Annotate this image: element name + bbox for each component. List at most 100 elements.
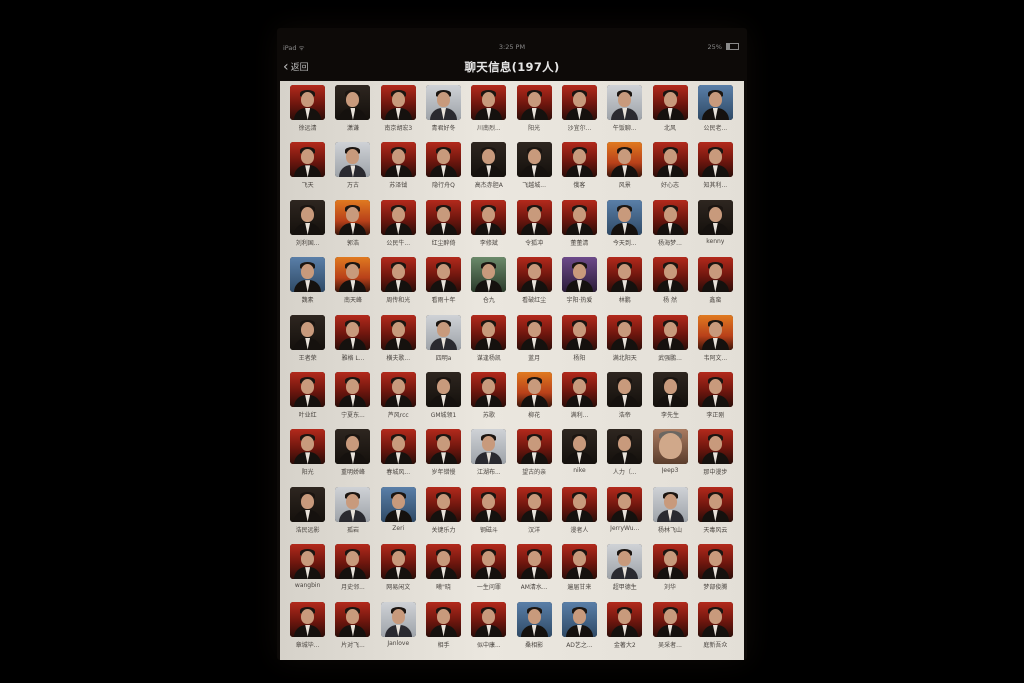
member-item[interactable]: 风景 [602,142,647,199]
member-item[interactable]: 杨 然 [647,257,692,314]
member-avatar[interactable] [607,429,643,465]
member-item[interactable]: 刘华 [647,544,692,601]
member-item[interactable]: Jeep3 [647,429,692,486]
member-item[interactable]: JerryWu... [602,486,647,544]
member-avatar[interactable] [426,199,462,235]
member-avatar[interactable] [426,601,462,637]
member-item[interactable]: 林鹏 [602,257,647,314]
member-avatar[interactable] [516,257,552,293]
member-avatar[interactable] [516,429,552,465]
member-avatar[interactable] [561,142,597,178]
member-item[interactable]: 红尘醉倚 [421,199,466,257]
member-item[interactable]: 网易闲文 [376,544,421,601]
member-item[interactable]: 雅格 L... [330,314,375,372]
member-avatar[interactable] [561,371,597,407]
member-avatar[interactable] [607,544,643,580]
member-avatar[interactable] [335,142,371,178]
member-avatar[interactable] [426,371,462,407]
member-avatar[interactable] [697,257,733,293]
member-item[interactable]: 天毒风云 [693,486,738,544]
member-avatar[interactable] [561,314,597,350]
member-avatar[interactable] [516,544,552,580]
member-item[interactable]: 人力（... [602,429,647,486]
member-item[interactable]: 知其利... [693,142,738,199]
member-item[interactable]: AD艺之... [557,601,602,659]
member-avatar[interactable] [607,85,643,120]
member-item[interactable]: 沙宜尔... [557,85,602,142]
member-avatar[interactable] [607,257,643,293]
member-item[interactable]: 钢磁斗 [466,486,511,544]
member-avatar[interactable] [290,85,326,120]
member-avatar[interactable] [516,486,552,522]
member-item[interactable]: 杨阳 [557,314,602,372]
member-item[interactable]: 月史邻... [330,544,375,601]
member-avatar[interactable] [607,601,643,637]
member-item[interactable]: 梦部俊腾 [693,544,738,601]
member-avatar[interactable] [471,314,507,350]
member-avatar[interactable] [697,199,733,235]
member-avatar[interactable] [516,85,552,120]
member-item[interactable]: 一生问罪 [466,544,511,601]
member-avatar[interactable] [516,601,552,637]
member-item[interactable]: 叶业红 [285,371,330,429]
member-avatar[interactable] [380,142,416,178]
member-avatar[interactable] [380,544,416,580]
member-item[interactable]: 董董清 [557,199,602,257]
member-avatar[interactable] [290,314,326,350]
member-item[interactable]: 片对飞... [330,601,375,659]
member-item[interactable]: Zeri [376,486,421,544]
member-item[interactable]: 四明a [421,314,466,372]
member-avatar[interactable] [471,199,507,235]
member-item[interactable]: 武强鹏... [647,314,692,372]
member-avatar[interactable] [290,429,326,465]
member-avatar[interactable] [335,257,371,293]
member-item[interactable]: 徐远清 [285,85,330,142]
member-item[interactable]: 南天峰 [330,257,375,314]
member-item[interactable]: 郭浩 [330,199,375,257]
member-avatar[interactable] [516,142,552,178]
member-item[interactable]: 李修斌 [466,199,511,257]
member-avatar[interactable] [697,486,733,522]
member-avatar[interactable] [652,142,688,178]
member-item[interactable]: 飞天 [285,142,330,199]
member-avatar[interactable] [290,257,326,293]
member-item[interactable]: 横夫歌... [376,314,421,372]
member-item[interactable]: 隐行舟Q [421,142,466,199]
member-item[interactable]: 阳光 [511,85,556,142]
member-avatar[interactable] [335,429,371,465]
member-item[interactable]: 看雨十年 [421,257,466,314]
member-avatar[interactable] [471,601,507,637]
member-item[interactable]: 遍届甘来 [557,544,602,601]
member-avatar[interactable] [426,486,462,522]
member-item[interactable]: 川南烈... [466,85,511,142]
member-avatar[interactable] [697,371,733,407]
member-avatar[interactable] [561,544,597,580]
member-avatar[interactable] [426,429,462,465]
member-item[interactable]: 桑相影 [511,601,556,659]
member-item[interactable]: 蓝月 [511,314,556,372]
member-avatar[interactable] [607,314,643,350]
member-avatar[interactable] [380,371,416,407]
member-item[interactable]: 宇阳·热爱 [557,257,602,314]
member-avatar[interactable] [652,85,688,120]
member-item[interactable]: 孤岩 [330,486,375,544]
member-item[interactable]: 南京胡宏3 [376,85,421,142]
member-item[interactable]: 吴采者... [647,601,692,659]
member-avatar[interactable] [652,371,688,407]
member-item[interactable]: 相手 [421,601,466,659]
member-item[interactable]: 俄客 [557,142,602,199]
member-item[interactable]: 那中漫步 [693,429,738,486]
member-item[interactable]: GM城领1 [421,371,466,429]
member-item[interactable]: 苏泽钺 [376,142,421,199]
member-avatar[interactable] [335,85,371,120]
member-avatar[interactable] [516,199,552,235]
member-item[interactable]: 北风 [647,85,692,142]
member-item[interactable]: 公民老... [693,85,738,142]
member-avatar[interactable] [335,601,371,637]
member-avatar[interactable] [652,486,688,522]
member-item[interactable]: 岁年错慢 [421,429,466,486]
member-item[interactable]: 高杰赤胆A [466,142,511,199]
member-item[interactable]: 重明娇峰 [330,429,375,486]
member-item[interactable]: 李正刚 [693,371,738,429]
member-item[interactable]: AM清水... [511,544,556,601]
